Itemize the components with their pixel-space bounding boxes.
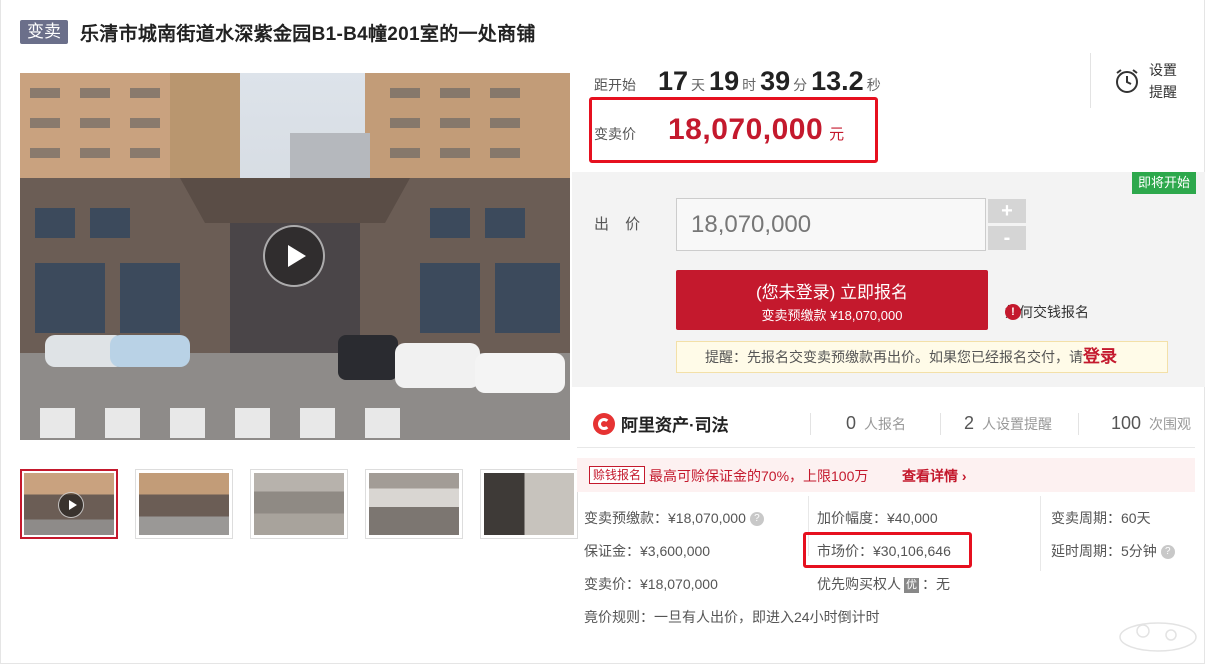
- set-reminder-button[interactable]: 设置 提醒: [1113, 59, 1177, 103]
- thumbnail-image: [369, 473, 459, 535]
- divider: [1078, 413, 1079, 435]
- divider: [1040, 496, 1041, 571]
- title-row: 变卖 乐清市城南街道水深紫金园B1-B4幢201室的一处商铺: [20, 18, 536, 46]
- plus-button[interactable]: +: [988, 199, 1026, 223]
- play-video-button[interactable]: [263, 225, 325, 287]
- price-unit: 元: [829, 126, 845, 143]
- notice-text: 提醒：先报名交变卖预缴款再出价。如果您已经报名交付，请: [705, 349, 1083, 365]
- market-price: 市场价：¥30,106,646: [817, 543, 951, 559]
- play-icon: [287, 245, 306, 267]
- minus-button[interactable]: -: [988, 226, 1026, 250]
- divider: [1090, 53, 1091, 108]
- stat-views: 100 次围观: [1111, 413, 1191, 434]
- help-icon[interactable]: ?: [749, 512, 764, 527]
- stat-number: 100: [1111, 413, 1142, 433]
- price-row: 变卖价 18,070,000 元: [594, 113, 844, 147]
- sale-price: 变卖价：¥18,070,000: [584, 576, 718, 592]
- thumbnail-image: [484, 473, 574, 535]
- increment: 加价幅度：¥40,000: [817, 510, 938, 526]
- info-icon: !: [1005, 304, 1021, 320]
- page-title: 乐清市城南街道水深紫金园B1-B4幢201室的一处商铺: [80, 23, 536, 45]
- priority-badge: 优: [904, 577, 919, 593]
- credit-promo: 赊钱报名 最高可赊保证金的70%，上限100万 查看详情 ›: [577, 458, 1195, 492]
- thumbnail-exterior[interactable]: [135, 469, 233, 539]
- stat-reminders: 2 人设置提醒: [964, 413, 1052, 434]
- login-notice: 提醒：先报名交变卖预缴款再出价。如果您已经报名交付，请登录: [676, 341, 1168, 373]
- watermark-logo: [1119, 622, 1197, 652]
- countdown-days: 17: [658, 66, 689, 96]
- countdown-minutes-unit: 分: [793, 77, 808, 93]
- price-label: 变卖价: [594, 126, 636, 142]
- divider: [810, 413, 811, 435]
- bidding-rule: 竟价规则：一旦有人出价，即进入24小时倒计时: [584, 609, 880, 625]
- login-link[interactable]: 登录: [1083, 347, 1117, 366]
- sale-period: 变卖周期：60天: [1051, 510, 1151, 526]
- thumbnail-video[interactable]: [20, 469, 118, 539]
- stat-signups: 0 人报名: [846, 413, 906, 434]
- price-value: 18,070,000: [668, 113, 824, 146]
- thumbnail-strip: [20, 469, 580, 539]
- ali-logo-icon: [593, 412, 615, 435]
- countdown-days-unit: 天: [691, 77, 706, 93]
- countdown-hours-unit: 时: [742, 77, 757, 93]
- signup-button-sublabel: 变卖预缴款 ¥18,070,000: [761, 308, 903, 323]
- bond: 保证金：¥3,600,000: [584, 543, 711, 559]
- priority-value: ：无: [922, 576, 950, 592]
- countdown-minutes: 39: [760, 66, 791, 96]
- divider: [577, 447, 1195, 448]
- promo-details-link[interactable]: 查看详情 ›: [902, 466, 967, 486]
- thumbnail-interior-1[interactable]: [250, 469, 348, 539]
- brand-name: 阿里资产·司法: [621, 416, 729, 435]
- sale-type-tag: 变卖: [20, 20, 68, 44]
- bid-stepper: + -: [988, 199, 1026, 253]
- main-property-image[interactable]: [20, 73, 570, 440]
- stat-label: 人报名: [864, 416, 907, 432]
- signup-button[interactable]: (您未登录) 立即报名 变卖预缴款 ¥18,070,000: [676, 270, 988, 330]
- stat-number: 0: [846, 413, 857, 433]
- help-icon[interactable]: ?: [1160, 545, 1175, 560]
- bid-amount-input[interactable]: 18,070,000: [676, 198, 986, 251]
- how-to-pay-link[interactable]: ! 如何交钱报名: [1005, 302, 1089, 322]
- status-badge: 即将开始: [1131, 172, 1196, 194]
- brand: 阿里资产·司法: [593, 411, 729, 436]
- promo-tag: 赊钱报名: [589, 466, 646, 484]
- stat-label: 人设置提醒: [982, 416, 1053, 432]
- play-icon: [58, 492, 84, 518]
- deposit-prepay: 变卖预缴款：¥18,070,000?: [584, 508, 764, 528]
- bid-area: 即将开始 出 价 18,070,000 + - (您未登录) 立即报名 变卖预缴…: [572, 172, 1205, 387]
- deposit-prepay-text: 变卖预缴款：¥18,070,000: [584, 510, 746, 526]
- alarm-clock-icon: [1116, 69, 1138, 93]
- bid-label: 出 价: [594, 216, 647, 233]
- promo-text: 最高可赊保证金的70%，上限100万: [649, 468, 869, 484]
- stat-label: 次围观: [1149, 416, 1192, 432]
- stat-number: 2: [964, 413, 975, 433]
- countdown-seconds: 13.2: [811, 66, 864, 96]
- reminder-line2: 提醒: [1149, 84, 1177, 100]
- thumbnail-interior-2[interactable]: [365, 469, 463, 539]
- delay-period: 延时周期：5分钟?: [1051, 541, 1175, 561]
- thumbnail-image: [254, 473, 344, 535]
- priority-label: 优先购买权人: [817, 576, 901, 592]
- signup-button-label: (您未登录) 立即报名: [755, 283, 909, 302]
- divider: [940, 413, 941, 435]
- countdown-label: 距开始: [594, 77, 636, 93]
- delay-period-text: 延时周期：5分钟: [1051, 543, 1157, 559]
- countdown-hours: 19: [709, 66, 740, 96]
- countdown-seconds-unit: 秒: [866, 77, 881, 93]
- reminder-line1: 设置: [1149, 62, 1177, 78]
- priority-buyer: 优先购买权人优：无: [817, 574, 950, 594]
- thumbnail-image: [139, 473, 229, 535]
- thumbnail-interior-3[interactable]: [480, 469, 578, 539]
